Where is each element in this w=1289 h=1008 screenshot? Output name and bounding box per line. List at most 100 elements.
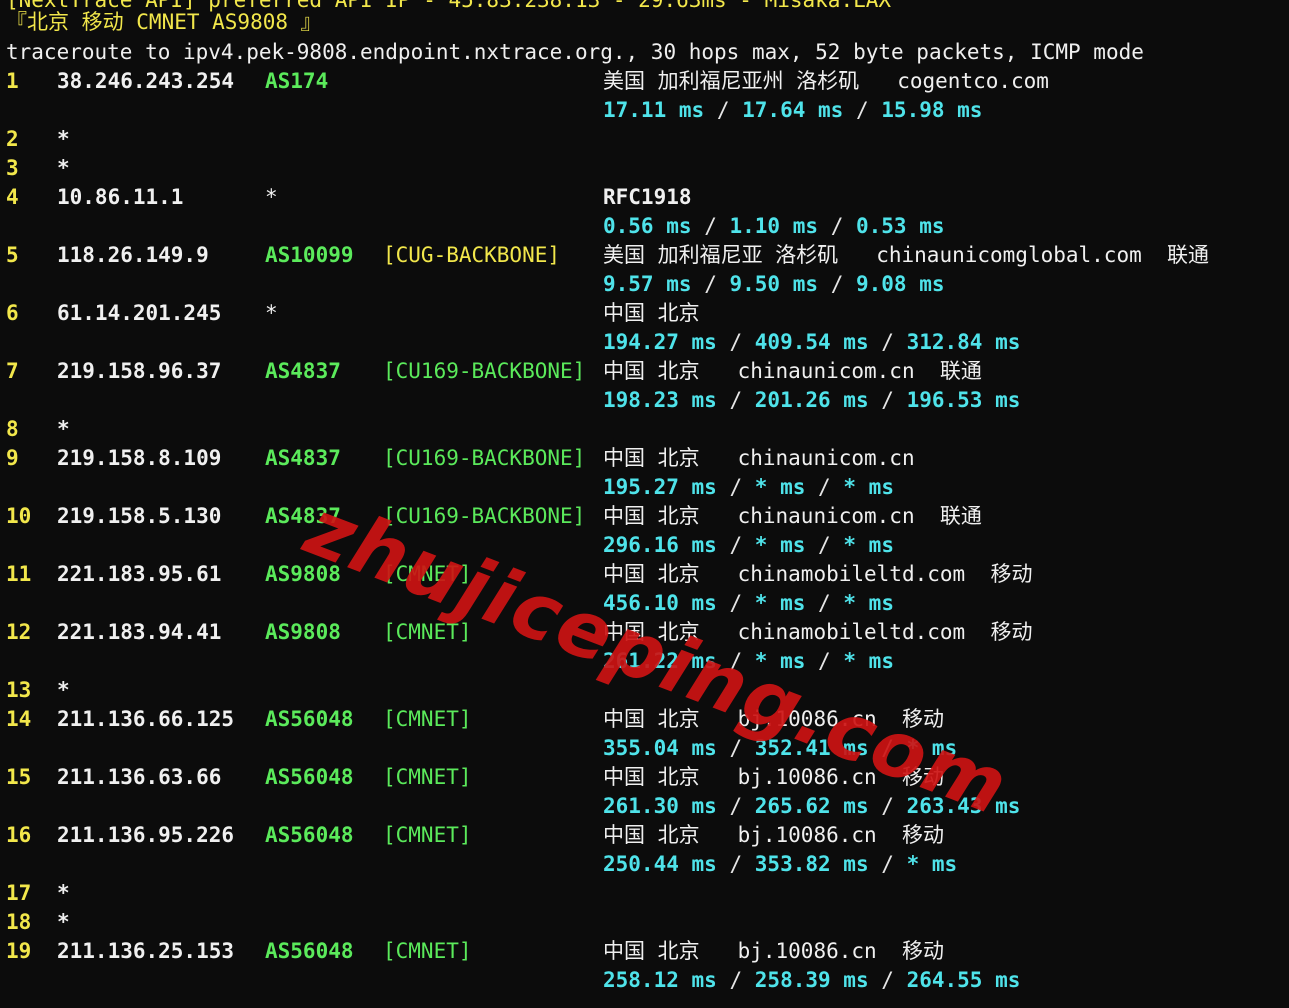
rtt-value: 17.11: [603, 98, 667, 122]
rtt-unit: ms: [818, 98, 844, 122]
hop-ip: *: [57, 127, 70, 151]
rtt-value: 355.04: [603, 736, 679, 760]
rtt-separator: /: [881, 794, 894, 818]
rtt-unit: ms: [868, 533, 894, 557]
hop-number: 10: [6, 504, 32, 528]
rtt-separator: /: [729, 388, 743, 412]
rtt-value: 0.56: [603, 214, 654, 238]
hop-location: 中国 北京: [603, 299, 700, 328]
rtt-separator: /: [830, 214, 844, 238]
hop-number: 16: [6, 823, 32, 847]
terminal-window[interactable]: [NextTrace API] preferred API IP - 45.83…: [0, 0, 1289, 1008]
hop-geo: 中国 北京: [603, 939, 700, 963]
hop-geo: RFC1918: [603, 185, 692, 209]
hop-geo: 中国 北京: [603, 301, 700, 325]
rtt-value: 456.10: [603, 591, 679, 615]
target-line: 『北京 移动 CMNET AS9808 』: [6, 10, 322, 34]
hop-backbone-tag: [CMNET]: [383, 939, 472, 963]
rtt-unit: ms: [919, 272, 945, 296]
rtt-unit: ms: [868, 649, 894, 673]
hop-isp: 联通: [939, 359, 982, 383]
rtt-unit: ms: [868, 591, 894, 615]
hop-asn: AS56048: [265, 823, 354, 847]
hop-number: 6: [6, 301, 19, 325]
rtt-unit: ms: [792, 214, 819, 238]
rtt-separator: /: [729, 852, 743, 876]
rtt-separator: /: [855, 98, 869, 122]
rtt-unit: ms: [843, 852, 869, 876]
hop-ip: 221.183.95.61: [57, 562, 222, 586]
rtt-values: 258.12 ms / 258.39 ms / 264.55 ms: [603, 966, 1020, 995]
rtt-separator: /: [729, 533, 743, 557]
rtt-unit: ms: [780, 533, 806, 557]
rtt-separator: /: [881, 388, 894, 412]
rtt-separator: /: [818, 475, 831, 499]
rtt-unit: ms: [691, 533, 717, 557]
rtt-unit: ms: [843, 968, 869, 992]
rtt-value: 201.26: [754, 388, 831, 412]
rtt-value: *: [843, 591, 857, 615]
hop-backbone-tag: [CMNET]: [383, 765, 472, 789]
rtt-value: 194.27: [603, 330, 679, 354]
rtt-unit: ms: [666, 214, 692, 238]
hop-number: 8: [6, 417, 19, 441]
rtt-value: 15.98: [881, 98, 945, 122]
rtt-value: 409.54: [754, 330, 831, 354]
rtt-unit: ms: [919, 214, 945, 238]
hop-geo: 中国 北京: [603, 620, 700, 644]
rtt-value: 353.82: [754, 852, 831, 876]
hop-backbone-tag: [CMNET]: [383, 707, 472, 731]
rtt-value: 258.12: [603, 968, 679, 992]
rtt-value: 263.43: [906, 794, 983, 818]
rtt-value: *: [906, 736, 920, 760]
hop-location: RFC1918: [603, 183, 692, 212]
rtt-unit: ms: [691, 736, 717, 760]
hop-number: 13: [6, 678, 32, 702]
rtt-unit: ms: [780, 475, 806, 499]
hop-ip: *: [57, 881, 70, 905]
hop-number: 18: [6, 910, 32, 934]
rtt-separator: /: [704, 214, 717, 238]
hop-domain: chinamobileltd.com: [737, 620, 966, 644]
rtt-unit: ms: [843, 330, 869, 354]
hop-asn: AS56048: [265, 707, 354, 731]
hop-ip: 219.158.96.37: [57, 359, 222, 383]
rtt-unit: ms: [843, 736, 869, 760]
rtt-unit: ms: [691, 388, 717, 412]
rtt-value: 261.30: [603, 794, 679, 818]
hop-asn: AS174: [265, 69, 329, 93]
rtt-separator: /: [729, 736, 743, 760]
rtt-separator: /: [818, 533, 831, 557]
hop-backbone-tag: [CU169-BACKBONE]: [383, 359, 586, 383]
hop-geo: 中国 北京: [603, 823, 700, 847]
hop-asn: AS4837: [265, 446, 341, 470]
rtt-unit: ms: [843, 794, 869, 818]
rtt-unit: ms: [678, 98, 705, 122]
hop-isp: 联通: [1167, 243, 1210, 267]
hop-number: 3: [6, 156, 19, 180]
hop-number: 1: [6, 69, 19, 93]
hop-geo: 中国 北京: [603, 765, 700, 789]
hop-location: 美国 加利福尼亚 洛杉矶 chinaunicomglobal.com 联通: [603, 241, 1209, 270]
hop-asn: AS56048: [265, 765, 354, 789]
hop-domain: bj.10086.cn: [737, 823, 877, 847]
hop-ip: *: [57, 417, 70, 441]
rtt-unit: ms: [691, 330, 717, 354]
rtt-values: 9.57 ms / 9.50 ms / 9.08 ms: [603, 270, 945, 299]
rtt-value: 261.22: [603, 649, 679, 673]
hop-number: 15: [6, 765, 32, 789]
hop-ip: 118.26.149.9: [57, 243, 209, 267]
rtt-values: 456.10 ms / * ms / * ms: [603, 589, 894, 618]
rtt-separator: /: [729, 591, 743, 615]
hop-location: 美国 加利福尼亚州 洛杉矶 cogentco.com: [603, 67, 1049, 96]
rtt-value: 264.55: [906, 968, 983, 992]
hop-number: 9: [6, 446, 19, 470]
rtt-value: 352.41: [754, 736, 831, 760]
rtt-unit: ms: [931, 736, 958, 760]
rtt-unit: ms: [691, 852, 717, 876]
hop-domain: chinaunicom.cn: [737, 446, 915, 470]
hop-asn: AS10099: [265, 243, 354, 267]
hop-geo: 中国 北京: [603, 562, 700, 586]
rtt-values: 250.44 ms / 353.82 ms / * ms: [603, 850, 957, 879]
hop-ip: 211.136.63.66: [57, 765, 222, 789]
